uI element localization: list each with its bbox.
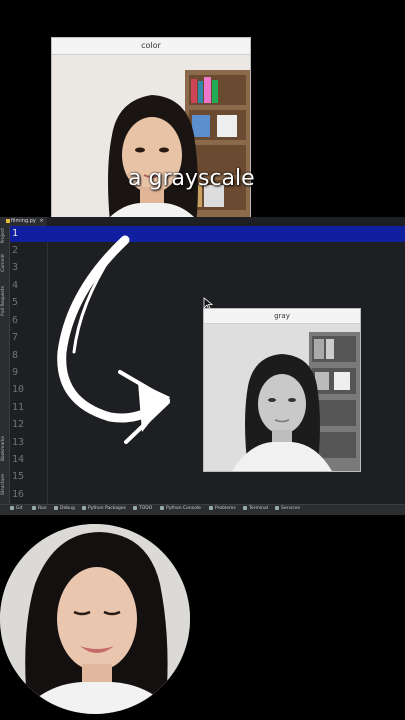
line-number: 15 [12,471,25,482]
tool-python-packages[interactable]: Python Packages [82,505,126,513]
tool-label: Git [16,506,23,511]
tool-pull-requests[interactable]: Pull Requests [1,286,6,316]
terminal-icon [243,505,247,510]
line-number: 11 [12,402,25,413]
tool-project[interactable]: Project [1,228,6,243]
line-number: 9 [12,367,19,378]
tool-todo[interactable]: TODO [133,505,152,513]
tool-git[interactable]: Git [10,505,23,513]
tool-services[interactable]: Services [275,505,300,513]
line-number: 5 [12,297,19,308]
console-icon [160,505,164,510]
line-number: 10 [12,384,25,395]
file-tab-label: filming.py [11,218,36,224]
line-number: 6 [12,315,19,326]
tool-run[interactable]: Run [32,505,47,513]
gray-window-title: gray [204,309,360,324]
line-number: 13 [12,437,25,448]
hand-drawn-arrow-icon [57,235,170,444]
presenter-webcam [0,524,190,714]
python-file-icon [6,218,10,223]
tool-label: Python Packages [88,506,127,511]
color-window: color [51,37,251,242]
line-number: 7 [12,332,19,343]
debug-icon [54,505,58,510]
color-video-image [52,55,250,241]
tool-bookmarks[interactable]: Bookmarks [1,436,6,461]
tool-terminal[interactable]: Terminal [243,505,268,513]
gray-window: gray [203,308,361,472]
services-icon [275,505,279,510]
tool-label: Debug [60,506,75,511]
line-number: 4 [12,280,19,291]
tool-problems[interactable]: Problems [209,505,236,513]
presenter-image [0,524,190,714]
tool-label: Run [38,506,47,511]
color-window-title: color [52,38,250,55]
gray-video-frame [204,324,360,471]
line-number: 2 [12,245,19,256]
tool-label: Python Console [166,506,201,511]
tool-python-console[interactable]: Python Console [160,505,201,513]
line-number: 16 [12,489,25,500]
video-caption: a grayscale [128,166,255,191]
git-icon [10,505,14,510]
tool-label: Services [281,506,300,511]
close-tab-icon[interactable]: × [39,218,43,224]
problems-icon [209,505,213,510]
packages-icon [82,505,86,510]
todo-icon [133,505,137,510]
tool-label: TODO [139,506,153,511]
tool-structure[interactable]: Structure [1,474,6,495]
tool-label: Problems [215,506,236,511]
line-number: 1 [12,228,19,239]
line-number: 3 [12,262,19,273]
tool-window-stripe: Project Commit Pull Requests Bookmarks S… [0,226,10,504]
run-icon [32,505,36,510]
tool-commit[interactable]: Commit [1,254,6,272]
gray-video-image [204,324,360,471]
line-number: 12 [12,419,25,430]
file-tab[interactable]: filming.py × [6,217,44,226]
line-number: 14 [12,454,25,465]
line-number: 8 [12,350,19,361]
color-video-frame [52,55,250,241]
tool-label: Terminal [249,506,269,511]
tool-debug[interactable]: Debug [54,505,75,513]
